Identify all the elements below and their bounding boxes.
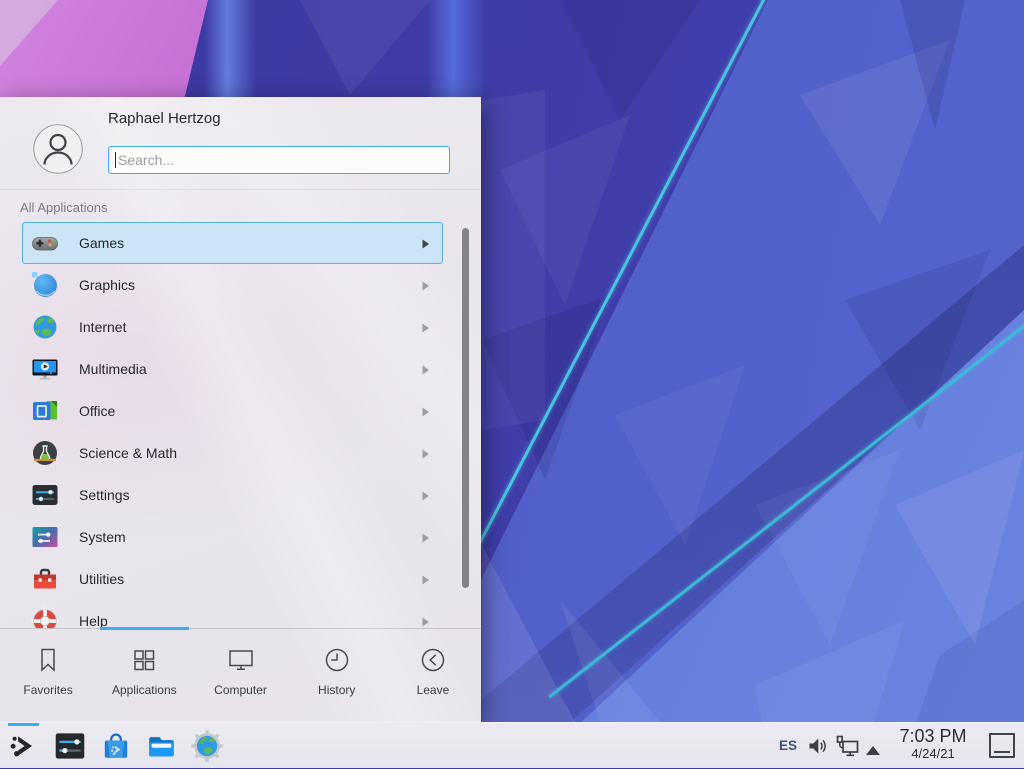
category-item-system[interactable]: System [22, 516, 443, 558]
chevron-right-icon [421, 407, 430, 417]
favorites-icon [31, 644, 65, 676]
discover-software-center-button[interactable] [100, 730, 132, 762]
discover-icon [100, 730, 132, 762]
chevron-right-icon [421, 449, 430, 459]
chevron-right-icon [421, 323, 430, 333]
user-name: Raphael Hertzog [108, 110, 221, 127]
application-launcher-button[interactable] [8, 730, 40, 762]
show-desktop-button[interactable] [989, 733, 1015, 758]
chevron-right-icon [421, 281, 430, 291]
list-scrollbar[interactable] [462, 228, 469, 588]
folder-icon [146, 730, 178, 762]
volume-icon[interactable] [806, 734, 830, 763]
chevron-right-icon [421, 239, 430, 249]
category-label: Utilities [79, 571, 124, 587]
search-input[interactable] [108, 146, 450, 174]
category-item-internet[interactable]: Internet [22, 306, 443, 348]
chevron-right-icon [421, 617, 430, 627]
clock-date: 4/24/21 [886, 746, 980, 762]
games-icon [31, 229, 59, 257]
utilities-icon [31, 565, 59, 593]
active-tab-indicator [100, 627, 189, 630]
internet-icon [31, 313, 59, 341]
launcher-header: Raphael Hertzog [0, 97, 481, 190]
user-avatar[interactable] [33, 124, 83, 174]
multimedia-icon [31, 355, 59, 383]
network-icon[interactable] [834, 733, 860, 764]
tab-history[interactable]: History [289, 629, 385, 722]
text-cursor [115, 152, 116, 168]
category-item-settings[interactable]: Settings [22, 474, 443, 516]
tab-leave[interactable]: Leave [385, 629, 481, 722]
category-label: Settings [79, 487, 130, 503]
user-icon [33, 124, 83, 174]
settings-icon [31, 481, 59, 509]
chevron-right-icon [421, 575, 430, 585]
category-item-office[interactable]: Office [22, 390, 443, 432]
category-item-games[interactable]: Games [22, 222, 443, 264]
tab-favorites[interactable]: Favorites [0, 629, 96, 722]
active-task-indicator [8, 723, 39, 726]
computer-icon [224, 644, 258, 676]
application-launcher-menu: Raphael Hertzog All Applications [0, 97, 481, 722]
category-item-science-math[interactable]: Science & Math [22, 432, 443, 474]
tab-applications[interactable]: Applications [96, 629, 192, 722]
category-label: Graphics [79, 277, 135, 293]
category-item-multimedia[interactable]: Multimedia [22, 348, 443, 390]
category-label: Internet [79, 319, 126, 335]
science-icon [31, 439, 59, 467]
web-browser-button[interactable] [191, 730, 223, 762]
category-label: Science & Math [79, 445, 177, 461]
graphics-icon [31, 271, 59, 299]
category-label: Office [79, 403, 115, 419]
chevron-right-icon [421, 365, 430, 375]
category-item-graphics[interactable]: Graphics [22, 264, 443, 306]
expand-tray-icon[interactable] [866, 742, 880, 760]
kde-launcher-icon [8, 730, 40, 762]
digital-clock[interactable]: 7:03 PM 4/24/21 [886, 726, 980, 762]
system-icon [31, 523, 59, 551]
applications-icon [127, 644, 161, 676]
tab-computer[interactable]: Computer [192, 629, 288, 722]
category-label: Games [79, 235, 124, 251]
section-label: All Applications [20, 200, 107, 215]
system-settings-icon [54, 730, 86, 762]
keyboard-layout-indicator[interactable]: ES [779, 723, 797, 769]
help-icon [31, 607, 59, 628]
category-label: System [79, 529, 126, 545]
category-label: Help [79, 613, 108, 628]
chevron-right-icon [421, 533, 430, 543]
category-label: Multimedia [79, 361, 147, 377]
category-item-utilities[interactable]: Utilities [22, 558, 443, 600]
globe-gear-browser-icon [191, 730, 223, 762]
system-settings-button[interactable] [54, 730, 86, 762]
clock-time: 7:03 PM [886, 726, 980, 746]
launcher-tabbar: Favorites Applications Computer [0, 628, 481, 722]
office-icon [31, 397, 59, 425]
history-icon [320, 644, 354, 676]
file-manager-button[interactable] [146, 730, 178, 762]
leave-icon [416, 644, 450, 676]
taskbar-panel: ES 7:03 PM 4/24/21 [0, 722, 1024, 768]
category-item-help[interactable]: Help [22, 600, 443, 628]
category-list: Games Graphics [0, 222, 458, 628]
chevron-right-icon [421, 491, 430, 501]
